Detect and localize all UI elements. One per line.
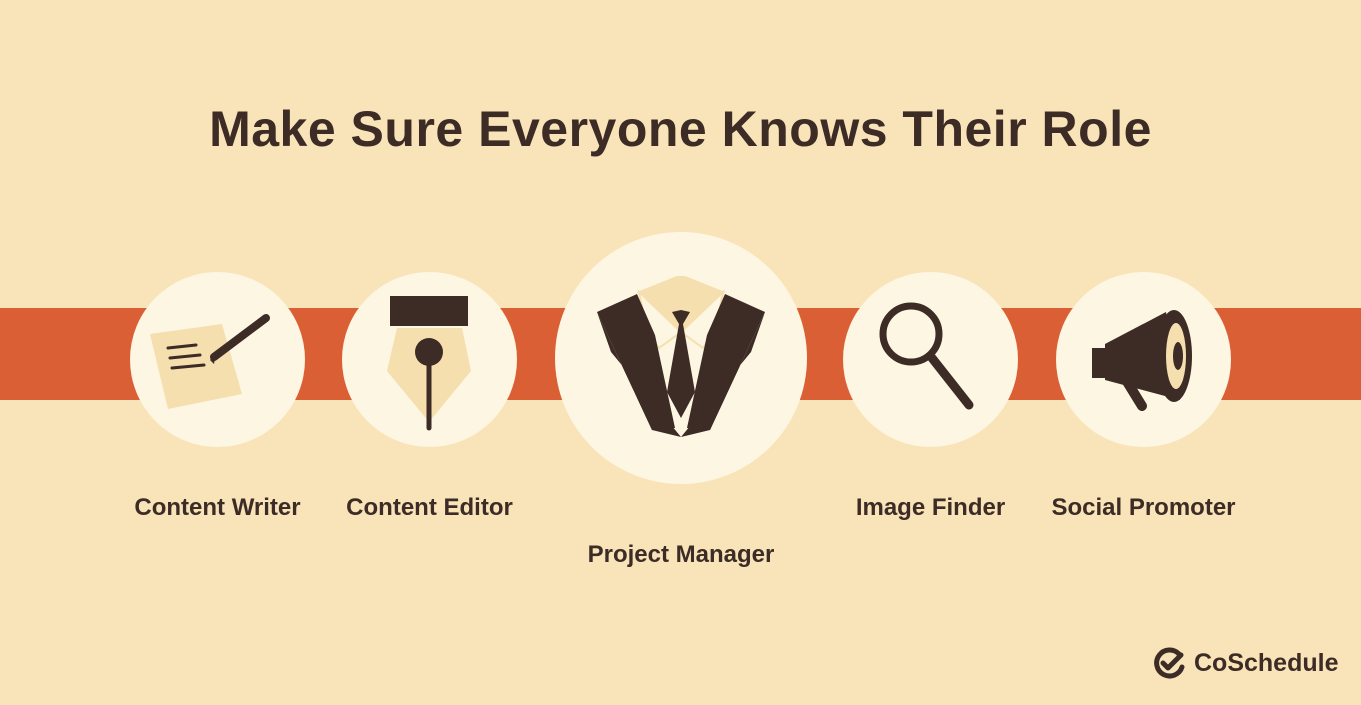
role-label-social-promoter: Social Promoter xyxy=(1051,494,1236,521)
role-circle-content-editor xyxy=(342,272,517,447)
role-circle-content-writer xyxy=(130,272,305,447)
role-circle-project-manager xyxy=(555,232,807,484)
fountain-pen-nib-icon xyxy=(387,296,471,431)
role-label-image-finder: Image Finder xyxy=(855,494,1006,521)
paper-pen-icon xyxy=(150,314,270,409)
role-label-content-writer: Content Writer xyxy=(134,494,301,521)
coschedule-check-icon xyxy=(1154,647,1185,679)
magnifying-glass-icon xyxy=(879,302,974,410)
role-circle-image-finder xyxy=(843,272,1018,447)
brand-logo: CoSchedule xyxy=(1152,646,1338,680)
megaphone-icon xyxy=(1092,310,1192,411)
role-circle-social-promoter xyxy=(1056,272,1231,447)
page-title: Make Sure Everyone Knows Their Role xyxy=(209,101,1152,157)
suit-tie-icon xyxy=(597,276,765,437)
brand-name: CoSchedule xyxy=(1194,648,1339,677)
role-label-content-editor: Content Editor xyxy=(346,494,513,521)
role-label-project-manager: Project Manager xyxy=(587,541,775,568)
